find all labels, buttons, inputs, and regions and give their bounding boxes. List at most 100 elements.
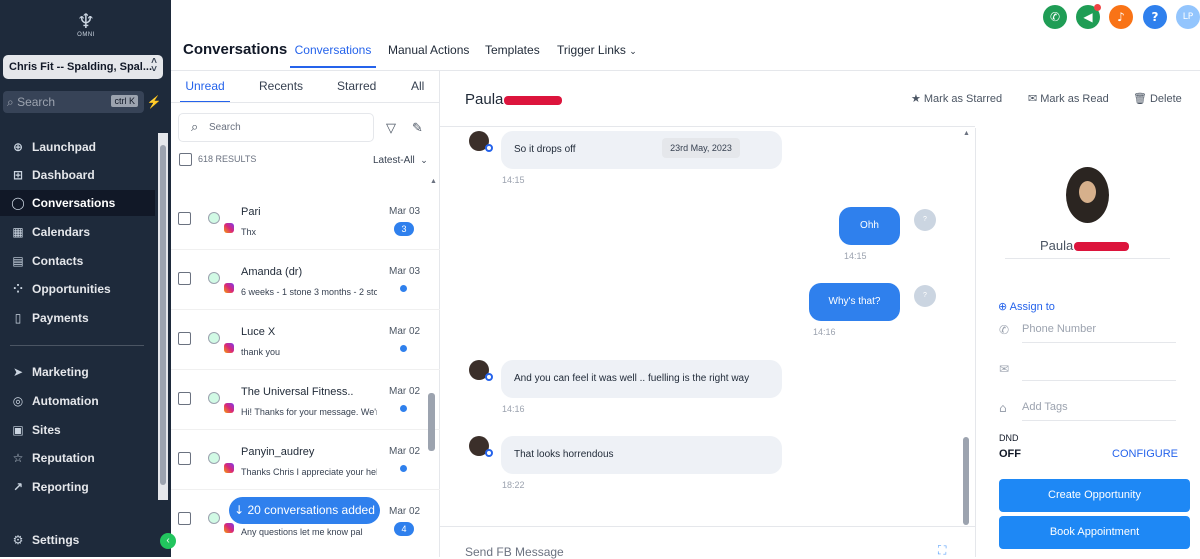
redaction-mark [504, 95, 563, 105]
list-item[interactable]: Amanda (dr) Mar 03 6 weeks - 1 stone 3 mon… [171, 250, 440, 310]
sidebar-item-sites[interactable]: ▣ Sites [0, 417, 155, 443]
instagram-icon [224, 523, 234, 533]
configure-dnd-link[interactable]: CONFIGURE [1112, 448, 1178, 460]
rocket-icon: ⊕ [12, 140, 24, 154]
avatar [208, 392, 220, 404]
mark-as-read-button[interactable]: ✉ Mark as Read [1028, 92, 1109, 105]
tab-manual-actions[interactable]: Manual Actions [388, 43, 469, 57]
logo-text: OMNI [77, 32, 95, 38]
gear-icon: ⚙ [12, 533, 24, 547]
expand-icon[interactable]: ⛶ [938, 543, 946, 558]
contact-avatar [469, 436, 493, 457]
notification-dot [1094, 4, 1101, 11]
assign-to-button[interactable]: ⊕ Assign to [998, 300, 1055, 313]
message-text: And you can feel it was well .. fuelling… [514, 373, 750, 384]
sidebar-item-launchpad[interactable]: ⊕ Launchpad [0, 134, 155, 160]
tab-starred[interactable]: Starred [337, 79, 376, 93]
row-checkbox[interactable] [178, 272, 191, 285]
omni-logo[interactable]: ♆ OMNI [70, 10, 102, 46]
phone-icon[interactable]: ✆ [1043, 5, 1067, 29]
sidebar-item-label: Launchpad [32, 140, 97, 154]
sidebar-item-reporting[interactable]: ↗ Reporting [0, 474, 155, 500]
agent-avatar: ? [914, 285, 936, 307]
sidebar-item-dashboard[interactable]: ⊞ Dashboard [0, 162, 155, 188]
quick-action-bolt-icon[interactable]: ⚡ [146, 91, 162, 113]
sidebar-item-opportunities[interactable]: ⁘ Opportunities [0, 276, 155, 302]
create-opportunity-button[interactable]: Create Opportunity [999, 479, 1190, 512]
bell-icon[interactable]: ♪ [1109, 5, 1133, 29]
list-item[interactable]: Luce X Mar 02 thank you [171, 310, 440, 370]
scrollbar-thumb[interactable] [160, 145, 166, 485]
messenger-icon [485, 449, 493, 457]
list-item[interactable]: Pari Mar 03 Thx 3 [171, 190, 440, 250]
unread-dot [400, 345, 407, 352]
search-icon: ⌕ [191, 120, 199, 135]
avatar [208, 212, 220, 224]
row-checkbox[interactable] [178, 212, 191, 225]
contact-avatar [469, 131, 493, 152]
contact-name: Paula [1040, 238, 1074, 253]
sidebar-item-settings[interactable]: ⚙ Settings [0, 527, 155, 553]
tab-trigger-links[interactable]: Trigger Links ⌄ [557, 43, 637, 57]
sidebar-item-automation[interactable]: ◎ Automation [0, 388, 155, 414]
message-preview: Hi! Thanks for your message. We're [241, 407, 377, 417]
scroll-up-arrow-icon[interactable]: ▲ [963, 130, 970, 137]
email-icon: ✉ [999, 362, 1010, 376]
instagram-icon [224, 463, 234, 473]
list-scrollbar-thumb[interactable] [428, 393, 435, 451]
row-checkbox[interactable] [178, 392, 191, 405]
list-item[interactable]: Panyin_audrey Mar 02 Thanks Chris I apprec… [171, 430, 440, 490]
envelope-icon: ✉ [1028, 92, 1038, 105]
assign-label: Assign to [1009, 301, 1055, 313]
scroll-up-arrow-icon[interactable]: ▲ [430, 178, 437, 185]
help-icon[interactable]: ? [1143, 5, 1167, 29]
sidebar-item-label: Conversations [32, 196, 116, 210]
sidebar-item-label: Sites [32, 423, 61, 437]
sidebar-item-label: Automation [32, 394, 99, 408]
conversation-search-input[interactable]: ⌕ Search [178, 113, 374, 142]
tab-unread[interactable]: Unread [180, 79, 230, 103]
sidebar-item-conversations[interactable]: ◯ Conversations [0, 190, 155, 216]
book-appointment-button[interactable]: Book Appointment [999, 516, 1190, 549]
sidebar-item-marketing[interactable]: ➤ Marketing [0, 359, 155, 385]
opportunities-icon: ⁘ [12, 282, 24, 296]
email-field[interactable] [1022, 361, 1176, 381]
phone-number-field[interactable]: Phone Number [1022, 323, 1176, 343]
mark-as-starred-button[interactable]: ★ Mark as Starred [911, 92, 1002, 105]
sort-dropdown[interactable]: Latest-All ⌄ [373, 155, 428, 166]
star-icon: ★ [911, 92, 921, 105]
row-checkbox[interactable] [178, 512, 191, 525]
filter-icon[interactable]: ▽ [386, 121, 396, 136]
sidebar-scrollbar[interactable] [158, 133, 168, 500]
sidebar-item-label: Settings [32, 533, 80, 547]
tab-conversations[interactable]: Conversations [290, 43, 376, 68]
row-checkbox[interactable] [178, 332, 191, 345]
user-avatar[interactable]: LP [1176, 5, 1200, 29]
tab-templates[interactable]: Templates [485, 43, 540, 57]
sidebar-item-reputation[interactable]: ☆ Reputation [0, 445, 155, 471]
sidebar-item-calendars[interactable]: ▦ Calendars [0, 219, 155, 245]
select-all-checkbox[interactable] [179, 153, 192, 166]
compose-icon[interactable]: ✎ [412, 121, 423, 136]
sidebar-item-contacts[interactable]: ▤ Contacts [0, 248, 155, 274]
account-switcher[interactable]: Chris Fit -- Spalding, Spal... ˄ ˅ [3, 55, 163, 79]
contact-photo [1066, 167, 1109, 223]
send-icon: ➤ [12, 365, 24, 379]
sidebar-item-payments[interactable]: ▯ Payments [0, 305, 155, 331]
chat-scrollbar-thumb[interactable] [963, 437, 969, 525]
tab-recents[interactable]: Recents [259, 79, 303, 93]
avatar [208, 512, 220, 524]
list-item[interactable]: The Universal Fitness.. Mar 02 Hi! Thanks … [171, 370, 440, 430]
row-checkbox[interactable] [178, 452, 191, 465]
add-tags-field[interactable]: Add Tags [1022, 401, 1176, 421]
message-bubble-outgoing: Why's that? [809, 283, 900, 321]
tab-all[interactable]: All [411, 79, 424, 93]
delete-button[interactable]: 🗑 Delete [1133, 92, 1182, 105]
contact-name: The Universal Fitness.. [241, 386, 354, 398]
chat-contact-name: Paula [465, 91, 563, 108]
conversations-added-toast[interactable]: ↓ 20 conversations added [229, 497, 380, 524]
sidebar-search-input[interactable]: ⌕ Search ctrl K [3, 91, 144, 113]
contact-name-field[interactable]: Paula [1040, 238, 1130, 253]
message-date: Mar 03 [389, 206, 421, 217]
message-time: 14:16 [502, 404, 525, 414]
